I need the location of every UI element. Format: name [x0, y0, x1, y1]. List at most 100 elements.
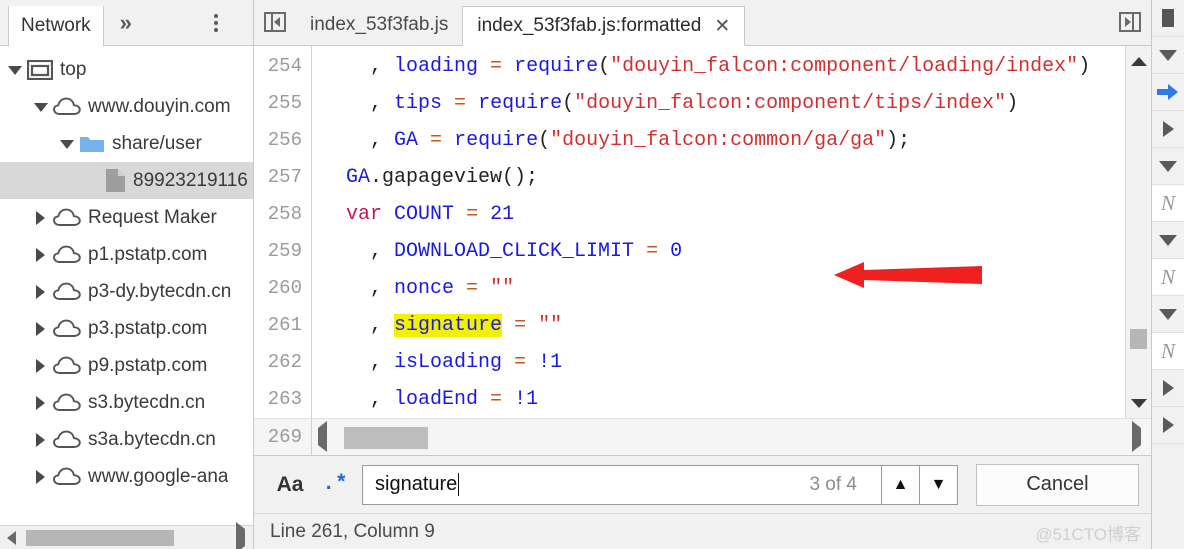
tree-item[interactable]: 89923219116	[0, 162, 253, 199]
scroll-down-icon[interactable]	[1126, 390, 1151, 416]
file-tree[interactable]: top www.douyin.com share/user 89923219116 Re…	[0, 46, 253, 525]
code-line[interactable]: , isLoading = !1	[322, 344, 1125, 381]
cancel-button[interactable]: Cancel	[976, 463, 1139, 506]
chevron-right-icon[interactable]	[1152, 370, 1184, 407]
line-number: 259	[267, 240, 302, 262]
tree-item[interactable]: top	[0, 51, 253, 88]
cloud-icon	[53, 393, 81, 412]
code-line[interactable]: , tips = require("douyin_falcon:componen…	[322, 85, 1125, 122]
panel-toggle-icon[interactable]	[1152, 0, 1184, 37]
tree-item[interactable]: s3a.bytecdn.cn	[0, 421, 253, 458]
blue-arrow-right-icon[interactable]	[1152, 74, 1184, 111]
scrollbar-thumb[interactable]	[26, 530, 174, 546]
chevron-right-icon[interactable]	[34, 322, 47, 336]
sources-navigator-panel: Network » top www.douyin.com share/user 899…	[0, 0, 254, 549]
code-line[interactable]: , loading = require("douyin_falcon:compo…	[322, 48, 1125, 85]
chevron-right-icon[interactable]	[34, 285, 47, 299]
chevron-up-icon[interactable]: ▲	[882, 464, 920, 505]
tree-item[interactable]: Request Maker	[0, 199, 253, 236]
chevron-right-icon[interactable]	[1152, 407, 1184, 444]
code-token: 21	[490, 203, 515, 226]
editor-tab-label: index_53f3fab.js:formatted	[477, 15, 702, 36]
no-expander-spacer	[86, 174, 99, 187]
triangle-down-glyph	[1159, 308, 1177, 320]
letter-n-label: N	[1152, 259, 1184, 296]
code-token: .gapageview();	[370, 166, 539, 189]
chevron-down-icon[interactable]	[1152, 222, 1184, 259]
line-number: 261	[267, 314, 302, 336]
code-line[interactable]: GA.gapageview();	[322, 159, 1125, 196]
navigator-horizontal-scrollbar[interactable]	[0, 521, 253, 549]
editor-tab[interactable]: index_53f3fab.js	[296, 5, 462, 45]
editor-tab[interactable]: index_53f3fab.js:formatted ✕	[462, 6, 746, 46]
code-line[interactable]: , signature = ""	[322, 307, 1125, 344]
close-icon[interactable]: ✕	[714, 17, 730, 36]
tree-item[interactable]: www.douyin.com	[0, 88, 253, 125]
code-content[interactable]: , loading = require("douyin_falcon:compo…	[312, 46, 1125, 418]
tree-item[interactable]: p9.pstatp.com	[0, 347, 253, 384]
tree-item[interactable]: www.google-ana	[0, 458, 253, 495]
code-token: ,	[322, 314, 395, 337]
chevron-right-icon[interactable]	[34, 396, 47, 410]
code-line[interactable]: , loadEnd = !1	[322, 381, 1125, 418]
kebab-menu-icon[interactable]	[203, 0, 229, 45]
chevron-down-icon[interactable]	[34, 100, 48, 113]
tree-item[interactable]: s3.bytecdn.cn	[0, 384, 253, 421]
chevron-down-icon[interactable]	[1152, 296, 1184, 333]
chevron-right-icon[interactable]	[1152, 111, 1184, 148]
chevron-down-icon[interactable]	[60, 137, 74, 150]
code-token: GA	[394, 129, 419, 152]
right-side-strip[interactable]: N N N	[1151, 0, 1184, 549]
code-line[interactable]: , nonce = ""	[322, 270, 1125, 307]
dark-square-glyph	[1162, 9, 1174, 27]
tree-item-label: top	[60, 58, 87, 80]
hscrollbar-thumb[interactable]	[344, 426, 428, 449]
chevron-down-icon[interactable]	[1152, 37, 1184, 74]
code-line[interactable]: , GA = require("douyin_falcon:common/ga/…	[322, 122, 1125, 159]
vscrollbar-thumb[interactable]	[1130, 329, 1147, 349]
search-input[interactable]: signature 3 of 4	[362, 464, 882, 505]
show-right-panel-icon[interactable]	[1109, 0, 1151, 45]
scroll-up-icon[interactable]	[1126, 48, 1151, 74]
tree-item[interactable]: p3.pstatp.com	[0, 310, 253, 347]
scroll-right-icon[interactable]	[1132, 421, 1141, 452]
code-token: =	[466, 277, 479, 300]
scroll-left-icon[interactable]	[0, 530, 22, 545]
match-case-button[interactable]: Aa	[266, 473, 314, 497]
chevron-down-icon[interactable]	[8, 63, 22, 76]
cloud-icon	[53, 430, 81, 449]
editor-vertical-scrollbar[interactable]	[1125, 46, 1151, 418]
match-count-label: 3 of 4	[809, 473, 857, 495]
tab-network[interactable]: Network	[8, 6, 104, 47]
chevron-double-right-icon[interactable]: »	[104, 0, 148, 45]
tree-item[interactable]: p1.pstatp.com	[0, 236, 253, 273]
chevron-right-icon[interactable]	[34, 359, 47, 373]
file-icon	[105, 168, 126, 193]
chevron-right-icon[interactable]	[34, 470, 47, 484]
code-line[interactable]: var COUNT = 21	[322, 196, 1125, 233]
regex-button[interactable]: .*	[314, 473, 356, 496]
code-line[interactable]: , DOWNLOAD_CLICK_LIMIT = 0	[322, 233, 1125, 270]
scroll-left-icon[interactable]	[318, 421, 327, 452]
scroll-right-icon[interactable]	[236, 521, 245, 549]
cursor-position-label: Line 261, Column 9	[270, 520, 435, 542]
text-caret	[458, 473, 460, 496]
hscroll-track[interactable]	[312, 419, 1151, 456]
tree-item[interactable]: share/user	[0, 125, 253, 162]
code-editor[interactable]: 2542552562572582592602612622632642652662…	[254, 46, 1151, 418]
show-left-panel-icon[interactable]	[254, 0, 296, 45]
cloud-icon	[53, 282, 81, 301]
chevron-down-icon[interactable]: ▼	[920, 464, 958, 505]
chevron-right-icon[interactable]	[34, 211, 47, 225]
tree-item[interactable]: p3-dy.bytecdn.cn	[0, 273, 253, 310]
triangle-right-glyph	[1162, 417, 1174, 433]
chevron-right-icon[interactable]	[34, 248, 47, 262]
code-token: 0	[670, 240, 683, 263]
editor-horizontal-scrollbar[interactable]: 269	[254, 418, 1151, 456]
chevron-right-icon[interactable]	[34, 433, 47, 447]
chevron-down-icon[interactable]	[1152, 148, 1184, 185]
